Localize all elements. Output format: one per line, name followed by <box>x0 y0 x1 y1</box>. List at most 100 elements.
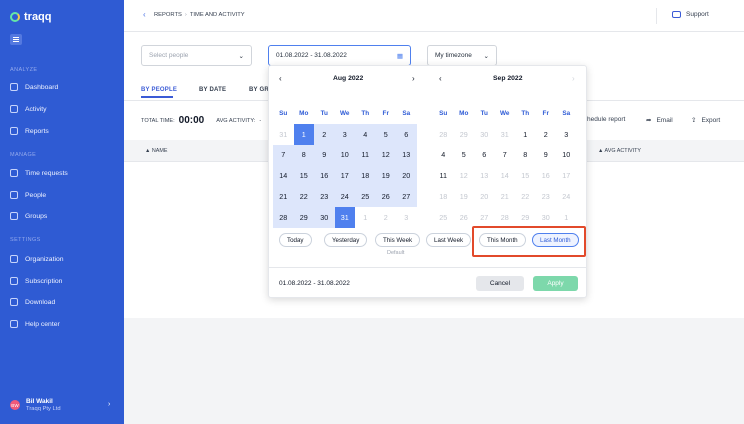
day-cell[interactable]: 6 <box>474 145 495 166</box>
day-cell[interactable]: 13 <box>396 144 417 166</box>
weekday-label: Fr <box>382 109 389 117</box>
day-cell[interactable]: 9 <box>314 144 335 166</box>
breadcrumb-reports[interactable]: REPORTS <box>154 12 182 18</box>
day-cell: 23 <box>541 192 550 202</box>
day-cell[interactable]: 31 <box>334 206 355 228</box>
back-arrow-icon[interactable]: ‹ <box>143 10 146 19</box>
day-cell[interactable]: 15 <box>293 165 314 187</box>
day-cell: 25 <box>439 212 448 222</box>
day-cell[interactable]: 25 <box>355 186 376 207</box>
schedule-report-button[interactable]: hedule report <box>587 116 625 123</box>
day-cell[interactable]: 12 <box>375 144 396 166</box>
sidebar-item-download[interactable]: Download <box>10 298 55 306</box>
weekday-label: Mo <box>299 109 309 117</box>
prev-month-arrow-right[interactable]: ‹ <box>439 74 442 83</box>
user-profile[interactable]: BW Bil Wakil Traqq Pty Ltd <box>10 398 61 412</box>
date-range-input[interactable]: 01.08.2022 - 31.08.2022 ▦ <box>268 45 411 66</box>
day-cell[interactable]: 11 <box>433 165 454 186</box>
day-cell[interactable]: 4 <box>355 123 376 145</box>
download-icon <box>10 298 18 306</box>
sidebar-item-dashboard[interactable]: Dashboard <box>10 83 58 91</box>
share-icon: ➦ <box>646 117 652 124</box>
day-cell[interactable]: 14 <box>273 165 294 187</box>
tab-by-people[interactable]: BY PEOPLE <box>141 87 177 93</box>
people-select[interactable]: Select people ⌄ <box>141 45 252 66</box>
day-cell[interactable]: 6 <box>396 123 417 145</box>
day-cell[interactable]: 21 <box>273 186 294 207</box>
empty-area <box>124 318 744 424</box>
day-cell[interactable]: 4 <box>433 145 454 166</box>
day-cell[interactable]: 7 <box>273 144 294 166</box>
day-cell[interactable]: 1 <box>515 124 536 145</box>
day-cell[interactable]: 10 <box>556 145 577 166</box>
sidebar-item-people[interactable]: People <box>10 191 46 199</box>
quick-this-week-button[interactable]: This Week <box>375 233 421 247</box>
day-cell[interactable]: 10 <box>334 144 355 166</box>
day-cell[interactable]: 19 <box>375 165 396 187</box>
traqq-logo-icon <box>10 12 20 22</box>
sidebar-item-time-requests[interactable]: Time requests <box>10 169 68 177</box>
day-cell[interactable]: 3 <box>556 124 577 145</box>
day-cell[interactable]: 17 <box>334 165 355 187</box>
sidebar-item-groups[interactable]: Groups <box>10 212 47 220</box>
prev-month-arrow[interactable]: ‹ <box>279 74 282 83</box>
day-cell[interactable]: 29 <box>293 206 314 228</box>
email-button[interactable]: ➦ Email <box>646 116 673 125</box>
chevron-down-icon: ⌄ <box>483 52 489 60</box>
day-cell[interactable]: 7 <box>495 145 516 166</box>
day-cell[interactable]: 2 <box>314 123 335 145</box>
day-cell[interactable]: 26 <box>375 186 396 207</box>
day-cell[interactable]: 5 <box>454 145 475 166</box>
col-avg-activity[interactable]: ▲ AVG ACTIVITY <box>598 148 641 154</box>
sidebar-item-help-center[interactable]: Help center <box>10 320 60 328</box>
day-cell[interactable]: 16 <box>314 165 335 187</box>
day-cell: 28 <box>439 129 448 139</box>
day-cell[interactable]: 18 <box>355 165 376 187</box>
day-cell[interactable]: 23 <box>314 186 335 207</box>
tab-by-group[interactable]: BY GR <box>249 87 269 93</box>
day-cell[interactable]: 24 <box>334 186 355 207</box>
timezone-select[interactable]: My timezone ⌄ <box>427 45 497 66</box>
day-cell[interactable]: 11 <box>355 144 376 166</box>
day-cell[interactable]: 9 <box>536 145 557 166</box>
weekday-label: Tu <box>320 109 328 117</box>
support-button[interactable]: Support <box>672 11 709 18</box>
sidebar-item-organization[interactable]: Organization <box>10 255 64 263</box>
help-icon <box>10 320 18 328</box>
cancel-button[interactable]: Cancel <box>476 276 524 291</box>
menu-toggle-button[interactable] <box>10 34 22 45</box>
day-cell: 30 <box>480 129 489 139</box>
day-cell[interactable]: 28 <box>273 206 294 228</box>
apply-button[interactable]: Apply <box>533 276 578 291</box>
sidebar-item-reports[interactable]: Reports <box>10 127 49 135</box>
day-cell[interactable]: 8 <box>515 145 536 166</box>
day-cell[interactable]: 30 <box>314 206 335 228</box>
weekday-label: Mo <box>459 109 469 117</box>
day-cell[interactable]: 2 <box>536 124 557 145</box>
app-logo[interactable]: traqq <box>10 11 52 23</box>
stats-bar: TOTAL TIME: 00:00 AVG ACTIVITY: - <box>141 115 262 126</box>
col-name[interactable]: ▲ NAME <box>145 148 167 154</box>
people-icon <box>10 191 18 199</box>
next-month-arrow[interactable]: › <box>412 74 415 83</box>
day-cell[interactable]: 1 <box>293 123 314 145</box>
day-cell[interactable]: 8 <box>293 144 314 166</box>
sidebar-item-subscription[interactable]: Subscription <box>10 277 62 285</box>
avatar: BW <box>10 400 20 410</box>
day-cell[interactable]: 20 <box>396 165 417 187</box>
quick-today-button[interactable]: Today <box>279 233 312 247</box>
quick-yesterday-button[interactable]: Yesterday <box>324 233 368 247</box>
quick-last-week-button[interactable]: Last Week <box>426 233 472 247</box>
day-cell: 31 <box>500 129 509 139</box>
day-cell[interactable]: 3 <box>334 123 355 145</box>
chevron-right-icon[interactable]: › <box>108 401 110 408</box>
sidebar-item-activity[interactable]: Activity <box>10 105 47 113</box>
export-button[interactable]: ⇪ Export <box>691 116 720 125</box>
user-name: Bil Wakil <box>26 398 53 405</box>
tab-by-date[interactable]: BY DATE <box>199 87 226 93</box>
day-cell[interactable]: 27 <box>396 186 417 207</box>
day-cell[interactable]: 5 <box>375 123 396 145</box>
day-cell[interactable]: 22 <box>293 186 314 207</box>
breadcrumb-current: TIME AND ACTIVITY <box>189 12 245 18</box>
sidebar: traqq ANALYZE Dashboard Activity Reports… <box>0 0 124 424</box>
